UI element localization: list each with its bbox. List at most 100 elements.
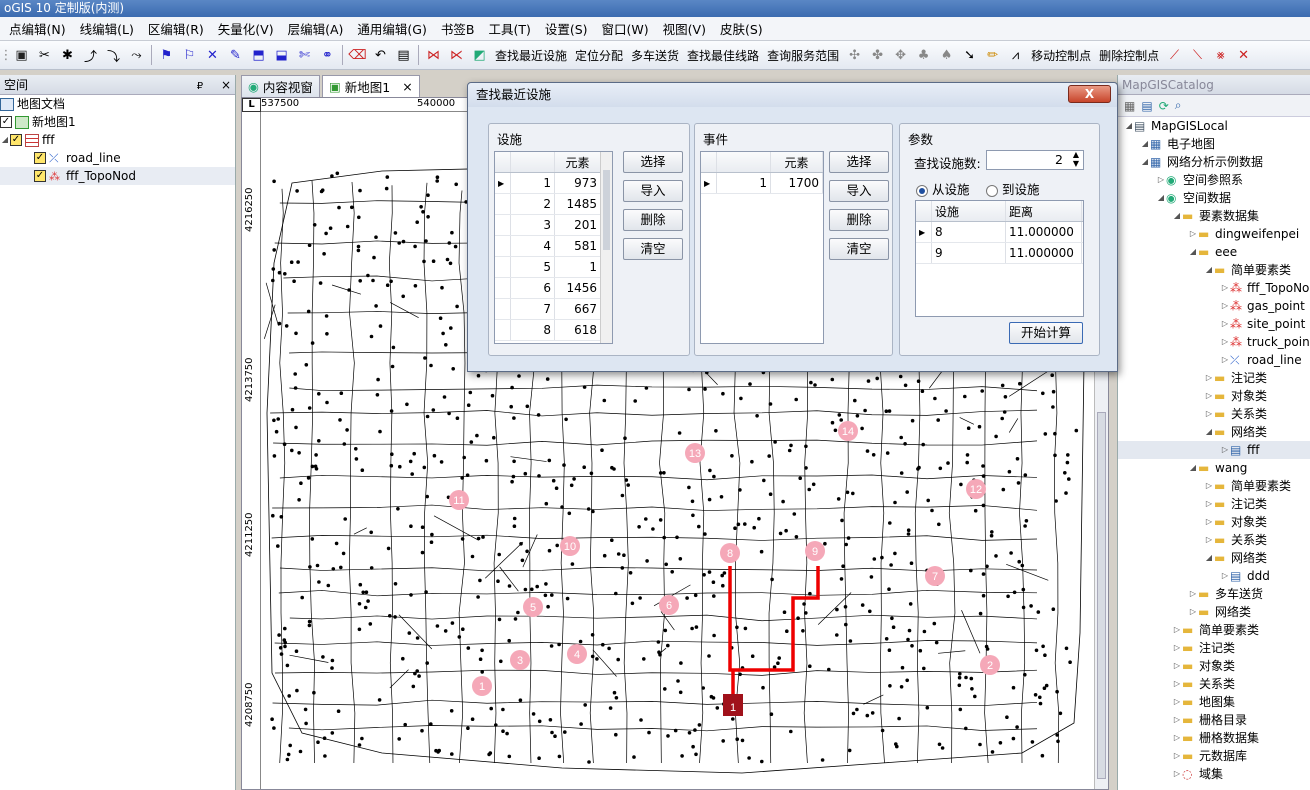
row-selector[interactable] xyxy=(495,278,511,298)
radio-unselected-icon[interactable] xyxy=(986,184,998,197)
diag-tool2-icon[interactable]: ⟍ xyxy=(1186,44,1209,66)
catalog-item[interactable]: ▷ ▬ 多车送货 xyxy=(1118,585,1310,603)
table-row[interactable]: ▶ 8 11.000000 xyxy=(916,222,1083,243)
collapse-icon[interactable]: ◢ xyxy=(1204,261,1214,279)
nearest-facility-icon[interactable]: ◩ xyxy=(468,44,491,66)
node-edit-icon[interactable]: ✂ xyxy=(33,44,56,66)
event-delete-button[interactable]: 删除 xyxy=(829,209,889,231)
row-selector[interactable] xyxy=(495,194,511,214)
facility-select-button[interactable]: 选择 xyxy=(623,151,683,173)
facility-marker[interactable]: 1 xyxy=(472,676,492,696)
expand-icon[interactable]: ▷ xyxy=(1204,531,1214,549)
expand-icon[interactable]: ▷ xyxy=(1220,279,1230,297)
event-clear-button[interactable]: 清空 xyxy=(829,238,889,260)
menu-line-edit[interactable]: 线编辑(L) xyxy=(73,19,141,38)
catalog-item[interactable]: ▷ ◌ 域集 xyxy=(1118,765,1310,783)
menu-view[interactable]: 视图(V) xyxy=(656,19,713,38)
facility-marker[interactable]: 3 xyxy=(510,650,530,670)
tree-item-new-map[interactable]: ✓ 新地图1 xyxy=(0,113,235,131)
row-selector[interactable] xyxy=(495,215,511,235)
catalog-item[interactable]: ▷ ▬ 注记类 xyxy=(1118,369,1310,387)
expand-icon[interactable]: ▷ xyxy=(1188,603,1198,621)
stamp2-icon[interactable]: ⬓ xyxy=(270,44,293,66)
catalog-item[interactable]: ◢ ▬ 要素数据集 xyxy=(1118,207,1310,225)
cross-icon[interactable]: ✕ xyxy=(201,44,224,66)
menu-window[interactable]: 窗口(W) xyxy=(595,19,656,38)
catalog-item[interactable]: ▷ ▬ 对象类 xyxy=(1118,513,1310,531)
close-tab-icon[interactable]: × xyxy=(402,79,412,94)
collapse-icon[interactable]: ◢ xyxy=(1204,549,1214,567)
flag-icon[interactable]: ⚑ xyxy=(155,44,178,66)
row-pointer-icon[interactable]: ▶ xyxy=(701,173,717,193)
node-move-icon[interactable]: ⤴ xyxy=(79,44,102,66)
facility-cell[interactable]: 8 xyxy=(511,320,555,340)
res-cell[interactable]: 11.000000 xyxy=(1006,243,1082,263)
event-marker[interactable]: 1 xyxy=(723,694,743,716)
table-row[interactable]: 3 201 xyxy=(495,215,612,236)
facility-cell[interactable]: 1485 xyxy=(555,194,601,214)
catalog-item[interactable]: ▷ ▬ dingweifenpei xyxy=(1118,225,1310,243)
event-cell[interactable]: 1 xyxy=(717,173,771,193)
collapse-icon[interactable]: ◢ xyxy=(1188,459,1198,477)
menu-point-edit[interactable]: 点编辑(N) xyxy=(2,19,73,38)
catalog-item[interactable]: ▷ ⁂ truck_point xyxy=(1118,333,1310,351)
delete-control-point-button[interactable]: 删除控制点 xyxy=(1095,47,1163,64)
expand-icon[interactable]: ▷ xyxy=(1220,315,1230,333)
catalog-item[interactable]: ◢ ▬ eee xyxy=(1118,243,1310,261)
catalog-item[interactable]: ◢ ▬ 网络类 xyxy=(1118,423,1310,441)
tab-new-map[interactable]: ▣ 新地图1 × xyxy=(321,75,420,97)
row-selector[interactable] xyxy=(495,257,511,277)
tree-item-fff[interactable]: ◢ ✓ fff xyxy=(0,131,235,149)
facility-cell[interactable]: 201 xyxy=(555,215,601,235)
close-icon[interactable]: × xyxy=(221,78,231,92)
expand-icon[interactable]: ▷ xyxy=(1172,693,1182,711)
checkbox-icon[interactable]: ✓ xyxy=(0,116,12,128)
connect-icon[interactable]: ▦ xyxy=(1124,99,1135,113)
spinner-arrows-icon[interactable]: ▲ ▼ xyxy=(1070,150,1082,168)
service-area-button[interactable]: 查询服务范围 xyxy=(763,47,843,64)
tree-item-road-line[interactable]: ✓ ⤫ road_line xyxy=(0,149,235,167)
tool-b-icon[interactable]: ✤ xyxy=(866,44,889,66)
save-icon[interactable]: ▣ xyxy=(10,44,33,66)
facility-cell[interactable]: 2 xyxy=(511,194,555,214)
facility-cell[interactable]: 7 xyxy=(511,299,555,319)
facility-marker[interactable]: 13 xyxy=(685,443,705,463)
facility-marker[interactable]: 4 xyxy=(567,644,587,664)
catalog-item[interactable]: ◢ ▦ 电子地图 xyxy=(1118,135,1310,153)
diag-tool-icon[interactable]: ⟋ xyxy=(1163,44,1186,66)
expand-icon[interactable]: ▷ xyxy=(1156,171,1166,189)
pen-icon[interactable]: ✎ xyxy=(224,44,247,66)
expand-icon[interactable]: ▷ xyxy=(1220,441,1230,459)
pointer-icon[interactable]: ➘ xyxy=(958,44,981,66)
tree-item-map-document[interactable]: 地图文档 xyxy=(0,95,235,113)
link-icon[interactable]: ⚭ xyxy=(316,44,339,66)
expand-icon[interactable]: ▷ xyxy=(1220,567,1230,585)
facility-marker[interactable]: 10 xyxy=(560,536,580,556)
expand-icon[interactable]: ▷ xyxy=(1204,513,1214,531)
expand-icon[interactable]: ▷ xyxy=(1204,477,1214,495)
collapse-icon[interactable]: ◢ xyxy=(1140,153,1150,171)
menu-settings[interactable]: 设置(S) xyxy=(538,19,595,38)
expand-icon[interactable]: ▷ xyxy=(1172,675,1182,693)
expand-icon[interactable]: ▷ xyxy=(1172,765,1182,783)
expand-icon[interactable]: ▷ xyxy=(1220,297,1230,315)
catalog-item[interactable]: ▷ ▬ 元数据库 xyxy=(1118,747,1310,765)
pin-icon[interactable]: ₽ xyxy=(197,81,203,92)
facility-marker[interactable]: 12 xyxy=(966,479,986,499)
catalog-item[interactable]: ▷ ◉ 空间参照系 xyxy=(1118,171,1310,189)
catalog-item[interactable]: ▷ ⁂ site_point xyxy=(1118,315,1310,333)
expand-icon[interactable]: ▷ xyxy=(1172,747,1182,765)
hatch-icon[interactable]: ⨳ xyxy=(1209,44,1232,66)
result-grid[interactable]: 设施 距离 ▶ 8 11.000000 9 11.000000 xyxy=(915,200,1084,317)
collapse-icon[interactable]: ◢ xyxy=(1156,189,1166,207)
search-icon[interactable]: ⌕ xyxy=(1175,98,1182,113)
facility-cell[interactable]: 5 xyxy=(511,257,555,277)
expand-icon[interactable]: ▷ xyxy=(1220,333,1230,351)
expand-icon[interactable]: ▷ xyxy=(1220,351,1230,369)
multi-vehicle-delivery-button[interactable]: 多车送货 xyxy=(627,47,683,64)
res-cell[interactable]: 9 xyxy=(932,243,1006,263)
catalog-item[interactable]: ▷ ⤫ road_line xyxy=(1118,351,1310,369)
catalog-item[interactable]: ▷ ▬ 网络类 xyxy=(1118,603,1310,621)
facility-marker[interactable]: 11 xyxy=(449,490,469,510)
event-import-button[interactable]: 导入 xyxy=(829,180,889,202)
